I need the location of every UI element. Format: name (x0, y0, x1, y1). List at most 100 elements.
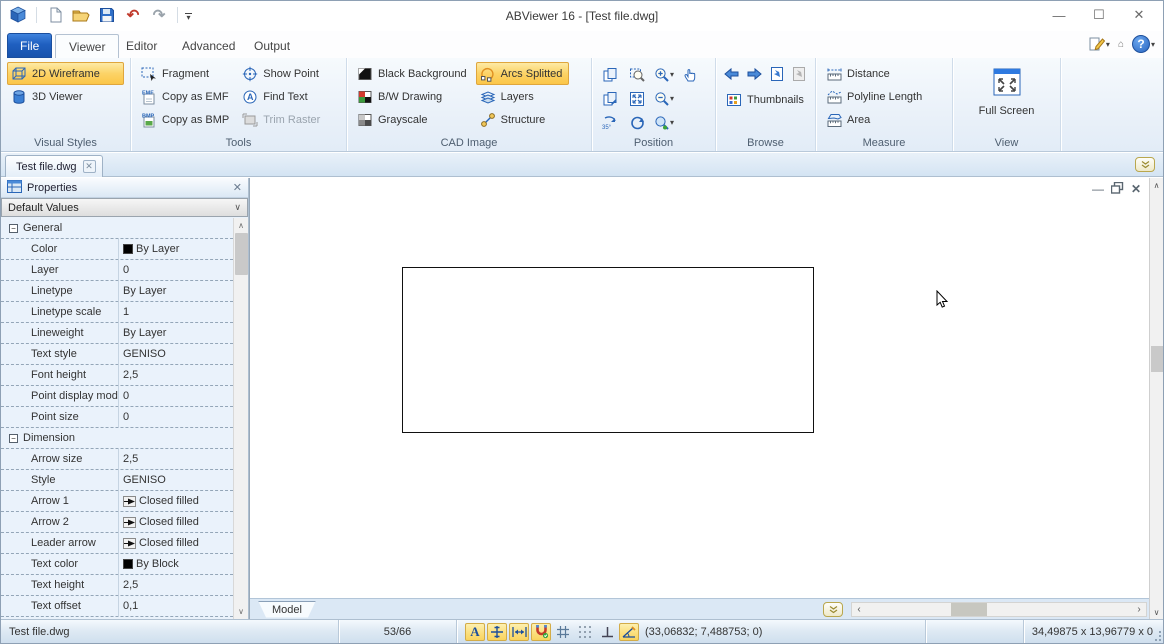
zoom-window-button[interactable] (625, 63, 649, 86)
black-background-button[interactable]: Black Background (353, 62, 474, 85)
horizontal-scrollbar[interactable]: ‹ › (851, 602, 1147, 617)
property-row-point-display-mode[interactable]: Point display mode 0 (1, 386, 233, 407)
scroll-left-icon[interactable]: ‹ (852, 604, 866, 615)
property-row-linetype-scale[interactable]: Linetype scale 1 (1, 302, 233, 323)
property-row-lineweight[interactable]: Lineweight By Layer (1, 323, 233, 344)
section-row-general[interactable]: −General (1, 218, 233, 239)
full-screen-button[interactable]: Full Screen (969, 62, 1045, 132)
scroll-thumb[interactable] (951, 603, 987, 616)
scroll-down-icon[interactable]: ∨ (1150, 605, 1163, 619)
scroll-up-icon[interactable]: ∧ (1150, 178, 1163, 192)
copy-as-bmp-button[interactable]: BMP Copy as BMP (137, 108, 236, 131)
minimize-button[interactable]: — (1039, 1, 1079, 29)
thumbnails-button[interactable]: Thumbnails (722, 88, 809, 111)
tab-output[interactable]: Output (241, 34, 303, 58)
ribbon-collapse-button[interactable]: ⌂ (1118, 39, 1124, 50)
tab-editor[interactable]: Editor (113, 34, 170, 58)
maximize-button[interactable]: ☐ (1079, 1, 1119, 29)
new-file-button[interactable] (44, 4, 66, 26)
scroll-thumb[interactable] (235, 233, 248, 275)
polar-angle-toggle[interactable] (619, 623, 639, 641)
preset-dropdown[interactable]: Default Values ∨ (1, 198, 248, 217)
cad-rectangle-entity[interactable] (402, 267, 814, 433)
property-row-layer[interactable]: Layer 0 (1, 260, 233, 281)
structure-button[interactable]: Structure (476, 108, 570, 131)
tab-file[interactable]: File (7, 33, 52, 58)
magnet-snap-toggle[interactable] (531, 623, 551, 641)
help-button[interactable]: ? ▾ (1132, 35, 1155, 53)
layout-list-chevron-button[interactable] (823, 602, 843, 617)
open-file-button[interactable] (70, 4, 92, 26)
property-row-text-color[interactable]: Text color By Block (1, 554, 233, 575)
mdi-close-button[interactable]: ✕ (1131, 183, 1141, 195)
property-row-leader-arrow[interactable]: Leader arrow Closed filled (1, 533, 233, 554)
property-row-text-style[interactable]: Text style GENISO (1, 344, 233, 365)
grayscale-button[interactable]: Grayscale (353, 108, 474, 131)
property-row-linetype[interactable]: Linetype By Layer (1, 281, 233, 302)
ortho-toggle[interactable] (597, 623, 617, 641)
zoom-previous-button[interactable]: ▾ (652, 111, 676, 134)
property-row-text-height[interactable]: Text height 2,5 (1, 575, 233, 596)
find-text-button[interactable]: A Find Text (238, 85, 327, 108)
polyline-length-button[interactable]: Polyline Length (822, 85, 946, 108)
copy-as-emf-button[interactable]: EMF Copy as EMF (137, 85, 236, 108)
property-row-color[interactable]: Color By Layer (1, 239, 233, 260)
qat-customize-button[interactable]: ▾ (185, 10, 192, 20)
scroll-down-icon[interactable]: ∨ (234, 604, 248, 619)
property-row-style[interactable]: Style GENISO (1, 470, 233, 491)
pan-button[interactable] (679, 63, 703, 86)
snap-point-toggle[interactable] (487, 623, 507, 641)
property-row-font-height[interactable]: Font height 2,5 (1, 365, 233, 386)
tab-advanced[interactable]: Advanced (169, 34, 248, 58)
previous-page-button[interactable] (722, 62, 742, 85)
save-button[interactable] (96, 4, 118, 26)
show-point-button[interactable]: Show Point (238, 62, 327, 85)
rotate-angle-button[interactable]: 35° (598, 111, 622, 134)
scroll-thumb[interactable] (1151, 346, 1163, 372)
section-row-dimension[interactable]: −Dimension (1, 428, 233, 449)
tab-list-chevron-button[interactable] (1135, 157, 1155, 172)
redo-button[interactable]: ↷ (148, 4, 170, 26)
first-page-button[interactable] (767, 62, 787, 85)
property-row-arrow-2[interactable]: Arrow 2 Closed filled (1, 512, 233, 533)
3d-viewer-button[interactable]: 3D Viewer (7, 85, 124, 108)
area-button[interactable]: Area (822, 108, 946, 131)
close-button[interactable]: ✕ (1119, 1, 1159, 29)
fit-to-window-button[interactable] (625, 87, 649, 110)
style-switcher-button[interactable]: ▾ (1088, 36, 1110, 52)
dot-grid-toggle[interactable] (575, 623, 595, 641)
undo-button[interactable]: ↶ (122, 4, 144, 26)
grid-toggle[interactable] (553, 623, 573, 641)
resize-grip[interactable] (1155, 620, 1163, 643)
fragment-button[interactable]: Fragment (137, 62, 236, 85)
tab-viewer[interactable]: Viewer (55, 34, 119, 58)
document-tab[interactable]: Test file.dwg ✕ (5, 155, 103, 177)
collapse-box-icon[interactable]: − (9, 224, 18, 233)
zoom-in-button[interactable]: ▾ (652, 63, 676, 86)
model-tab[interactable]: Model (258, 601, 316, 618)
property-row-arrow-1[interactable]: Arrow 1 Closed filled (1, 491, 233, 512)
snap-distance-toggle[interactable] (509, 623, 529, 641)
properties-scrollbar[interactable]: ∧ ∨ (233, 218, 248, 619)
collapse-box-icon[interactable]: − (9, 434, 18, 443)
layers-button[interactable]: Layers (476, 85, 570, 108)
arcs-splitted-button[interactable]: Arcs Splitted (476, 62, 570, 85)
vertical-scrollbar[interactable]: ∧ ∨ (1149, 178, 1163, 619)
properties-close-icon[interactable]: ✕ (233, 181, 242, 194)
property-row-arrow-size[interactable]: Arrow size 2,5 (1, 449, 233, 470)
paste-view-button[interactable] (598, 87, 622, 110)
property-row-point-size[interactable]: Point size 0 (1, 407, 233, 428)
bw-drawing-button[interactable]: B/W Drawing (353, 85, 474, 108)
text-display-toggle[interactable]: A (465, 623, 485, 641)
distance-button[interactable]: Distance (822, 62, 946, 85)
copy-view-button[interactable] (598, 63, 622, 86)
next-page-button[interactable] (745, 62, 765, 85)
scroll-up-icon[interactable]: ∧ (234, 218, 248, 233)
document-close-icon[interactable]: ✕ (83, 160, 96, 173)
scroll-right-icon[interactable]: › (1132, 604, 1146, 615)
drawing-canvas[interactable]: — ✕ Model ‹ › (249, 178, 1149, 619)
zoom-out-button[interactable]: ▾ (652, 87, 676, 110)
property-row-text-offset[interactable]: Text offset 0,1 (1, 596, 233, 617)
app-logo-icon[interactable] (7, 4, 29, 26)
mdi-minimize-button[interactable]: — (1092, 183, 1104, 195)
